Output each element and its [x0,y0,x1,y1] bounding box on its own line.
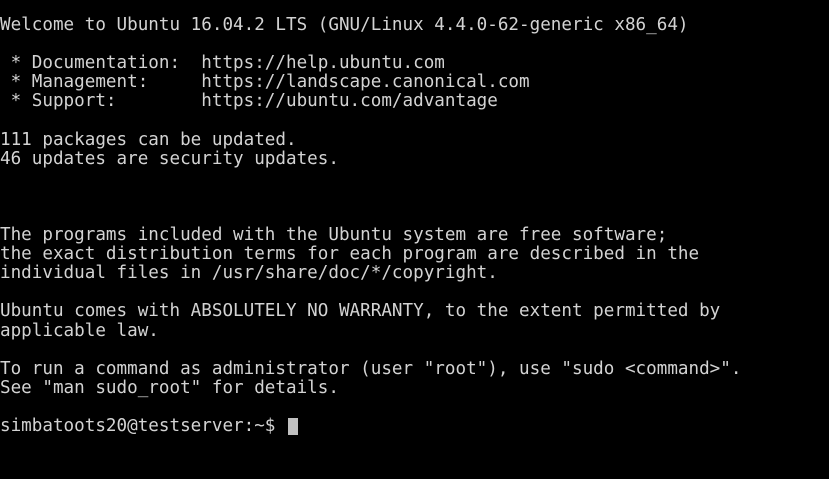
terminal-window[interactable]: Welcome to Ubuntu 16.04.2 LTS (GNU/Linux… [0,0,829,479]
output-line: See "man sudo_root" for details. [0,378,339,398]
text-cursor [288,418,298,436]
terminal-output: Welcome to Ubuntu 16.04.2 LTS (GNU/Linux… [0,16,829,417]
output-line: The programs included with the Ubuntu sy… [0,226,668,246]
output-line: * Management: https://landscape.canonica… [0,73,530,93]
output-line: * Support: https://ubuntu.com/advantage [0,92,498,112]
output-line: * Documentation: https://help.ubuntu.com [0,54,445,74]
output-line: Ubuntu comes with ABSOLUTELY NO WARRANTY… [0,302,721,322]
output-line: applicable law. [0,321,159,341]
output-line: 111 packages can be updated. [0,130,297,150]
shell-prompt: simbatoots20@testserver:~$ [0,415,286,436]
output-line: the exact distribution terms for each pr… [0,245,700,265]
command-line[interactable]: simbatoots20@testserver:~$ [0,415,829,436]
output-line: 46 updates are security updates. [0,149,339,169]
output-line: Welcome to Ubuntu 16.04.2 LTS (GNU/Linux… [0,16,689,35]
output-line: individual files in /usr/share/doc/*/cop… [0,264,498,284]
output-line: To run a command as administrator (user … [0,359,742,379]
